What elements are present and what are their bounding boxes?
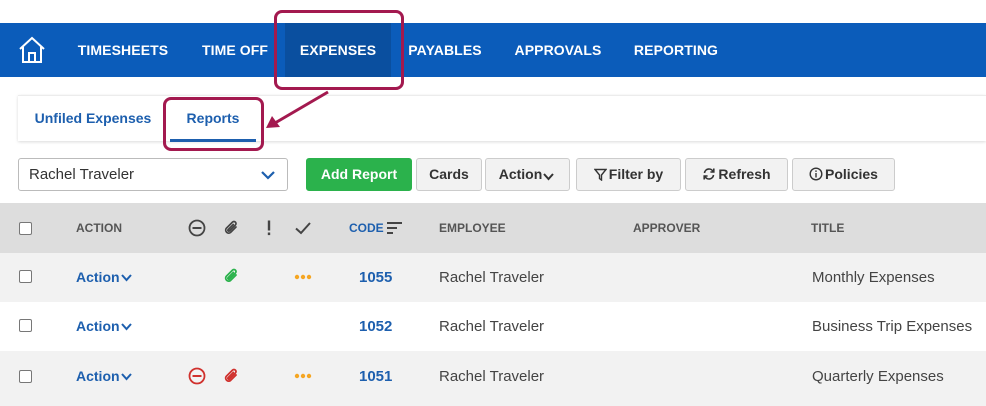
row-checkbox[interactable] (19, 370, 32, 383)
refresh-label: Refresh (718, 166, 771, 182)
cards-button[interactable]: Cards (416, 158, 482, 191)
row-employee: Rachel Traveler (439, 318, 545, 335)
pending-status-icon (294, 274, 312, 280)
policies-label: Policies (825, 166, 878, 182)
column-header-code[interactable]: CODE (349, 203, 384, 253)
action-label: Action (498, 166, 543, 182)
filter-icon (593, 168, 608, 182)
top-navigation: TIMESHEETS TIME OFF EXPENSES PAYABLES AP… (0, 23, 986, 77)
filter-by-label: Filter by (608, 166, 664, 182)
refresh-button[interactable]: Refresh (685, 158, 788, 191)
row-title: Monthly Expenses (812, 269, 935, 286)
row-action-label: Action (76, 318, 120, 334)
row-action-label: Action (76, 269, 120, 285)
exclamation-icon[interactable] (259, 218, 279, 238)
table-row[interactable]: Action 1052 Rachel Traveler Business Tri… (0, 302, 986, 351)
info-icon (809, 167, 823, 181)
row-checkbox[interactable] (19, 270, 32, 283)
row-title: Business Trip Expenses (812, 318, 973, 335)
row-employee: Rachel Traveler (439, 368, 545, 385)
chevron-down-icon (261, 171, 275, 180)
tab-unfiled-expenses[interactable]: Unfiled Expenses (28, 96, 158, 142)
row-action-label: Action (76, 368, 120, 384)
table-row[interactable]: Action 1051 Rachel Traveler Quarterly Ex… (0, 351, 986, 406)
sort-icon[interactable] (385, 218, 405, 238)
refresh-icon (703, 168, 716, 180)
employee-select-value: Rachel Traveler (29, 166, 135, 183)
chevron-down-icon (120, 373, 132, 381)
attachment-icon[interactable] (222, 366, 242, 386)
employee-select[interactable]: Rachel Traveler (18, 158, 288, 191)
cards-label: Cards (429, 166, 469, 182)
table-header: ACTION CODE EMPLOYEE APPROVER TITLE (0, 203, 986, 253)
attachment-column-icon[interactable] (222, 218, 242, 238)
row-action-dropdown[interactable]: Action (76, 253, 132, 302)
filter-by-button[interactable]: Filter by (576, 158, 681, 191)
row-action-dropdown[interactable]: Action (76, 352, 132, 401)
expenses-highlight-callout (274, 10, 404, 90)
row-action-dropdown[interactable]: Action (76, 302, 132, 351)
column-header-approver: APPROVER (633, 221, 701, 235)
table-row[interactable]: Action 1055 Rachel Traveler Monthly Expe… (0, 253, 986, 302)
row-code-link[interactable]: 1055 (359, 253, 392, 302)
add-report-label: Add Report (320, 166, 398, 182)
chevron-down-icon (120, 274, 132, 282)
chevron-down-icon (120, 323, 132, 331)
policies-button[interactable]: Policies (792, 158, 895, 191)
pending-status-icon (294, 373, 312, 379)
select-all-checkbox[interactable] (19, 222, 32, 235)
rejected-icon (188, 367, 206, 385)
nav-payables[interactable]: PAYABLES (400, 23, 490, 77)
chevron-down-icon (543, 173, 555, 181)
nav-time-off[interactable]: TIME OFF (190, 23, 280, 77)
attachment-icon[interactable] (222, 266, 242, 286)
nav-approvals[interactable]: APPROVALS (506, 23, 610, 77)
row-code-link[interactable]: 1052 (359, 302, 392, 351)
column-header-title: TITLE (811, 221, 845, 235)
column-header-employee: EMPLOYEE (439, 221, 506, 235)
column-header-action: ACTION (76, 221, 122, 235)
action-dropdown-button[interactable]: Action (485, 158, 570, 191)
row-checkbox[interactable] (19, 319, 32, 332)
row-code-link[interactable]: 1051 (359, 352, 392, 401)
checkmark-icon[interactable] (293, 218, 313, 238)
nav-reporting[interactable]: REPORTING (624, 23, 728, 77)
reports-highlight-callout (163, 97, 264, 151)
row-title: Quarterly Expenses (812, 368, 944, 385)
nav-timesheets[interactable]: TIMESHEETS (68, 23, 178, 77)
home-icon[interactable] (17, 35, 47, 65)
row-employee: Rachel Traveler (439, 269, 545, 286)
add-report-button[interactable]: Add Report (306, 158, 412, 191)
rejected-column-icon[interactable] (187, 218, 207, 238)
